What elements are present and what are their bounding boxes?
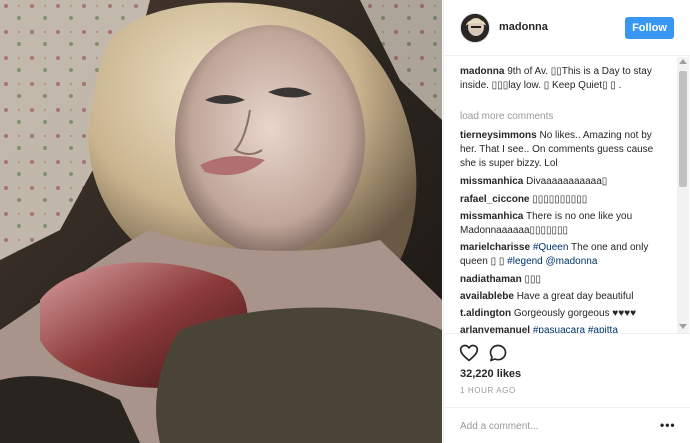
comment-username[interactable]: nadiathaman xyxy=(460,274,522,285)
avatar-image xyxy=(461,14,489,42)
comment-text: Have a great day beautiful xyxy=(516,291,634,302)
comment-hashtag[interactable]: #legend @madonna xyxy=(507,256,597,267)
scroll-up-arrow-icon[interactable] xyxy=(679,59,687,64)
list-item: tierneysimmons No likes.. Amazing not by… xyxy=(460,129,670,171)
scrollbar-thumb[interactable] xyxy=(679,71,687,187)
list-item: missmanhica There is no one like you Mad… xyxy=(460,210,670,238)
comment-username[interactable]: missmanhica xyxy=(460,211,523,222)
load-more-comments-link[interactable]: load more comments xyxy=(460,111,553,122)
list-item: availablebe Have a great day beautiful xyxy=(460,290,670,304)
comment-text: ▯▯▯▯▯▯▯▯▯▯ xyxy=(532,194,588,205)
add-comment-input[interactable] xyxy=(460,417,640,435)
scroll-down-arrow-icon[interactable] xyxy=(679,324,687,329)
post-photo[interactable] xyxy=(0,0,442,443)
likes-count[interactable]: 32,220 likes xyxy=(460,368,521,380)
comment-username[interactable]: missmanhica xyxy=(460,176,523,187)
add-comment-bar: ••• xyxy=(444,407,690,443)
comment-list: madonna 9th of Av. ▯▯This is a Day to st… xyxy=(444,57,690,333)
comment-username[interactable]: marielcharisse xyxy=(460,242,530,253)
comments-scrollbar[interactable] xyxy=(677,57,689,333)
post-timestamp[interactable]: 1 HOUR AGO xyxy=(460,386,516,395)
comment-username[interactable]: tierneysimmons xyxy=(460,130,537,141)
list-item: arlanyemanuel #pasuacara #apitta xyxy=(460,324,670,333)
avatar[interactable] xyxy=(460,13,490,43)
comment-username[interactable]: t.aldington xyxy=(460,308,511,319)
username[interactable]: madonna xyxy=(499,21,548,33)
caption-username[interactable]: madonna xyxy=(460,66,504,77)
post-actions: 32,220 likes 1 HOUR AGO ••• xyxy=(444,333,690,443)
post-header: madonna Follow xyxy=(444,0,690,56)
list-item: missmanhica Divaaaaaaaaaaa▯ xyxy=(460,175,670,189)
comment-username[interactable]: arlanyemanuel xyxy=(460,325,530,333)
post-side-panel: madonna Follow madonna 9th of Av. ▯▯This… xyxy=(443,0,690,443)
list-item: marielcharisse #Queen The one and only q… xyxy=(460,241,670,269)
comment-username[interactable]: rafael_ciccone xyxy=(460,194,530,205)
comment-text: Gorgeously gorgeous ♥♥♥♥ xyxy=(513,308,637,319)
comment-hashtag[interactable]: #pasuacara #apitta xyxy=(533,325,618,333)
comment-hashtag[interactable]: #Queen xyxy=(533,242,569,253)
caption: madonna 9th of Av. ▯▯This is a Day to st… xyxy=(460,65,670,93)
comment-text: Divaaaaaaaaaaa▯ xyxy=(526,176,608,187)
heart-icon[interactable] xyxy=(459,343,479,363)
comment-text: ▯▯▯ xyxy=(524,274,541,285)
list-item: t.aldington Gorgeously gorgeous ♥♥♥♥ xyxy=(460,307,670,321)
comment-username[interactable]: availablebe xyxy=(460,291,514,302)
post-photo-image xyxy=(0,0,442,443)
follow-button[interactable]: Follow xyxy=(625,17,674,39)
comment-bubble-icon[interactable] xyxy=(488,343,508,363)
list-item: nadiathaman ▯▯▯ xyxy=(460,273,670,287)
list-item: rafael_ciccone ▯▯▯▯▯▯▯▯▯▯ xyxy=(460,193,670,207)
more-options-icon[interactable]: ••• xyxy=(660,418,676,432)
